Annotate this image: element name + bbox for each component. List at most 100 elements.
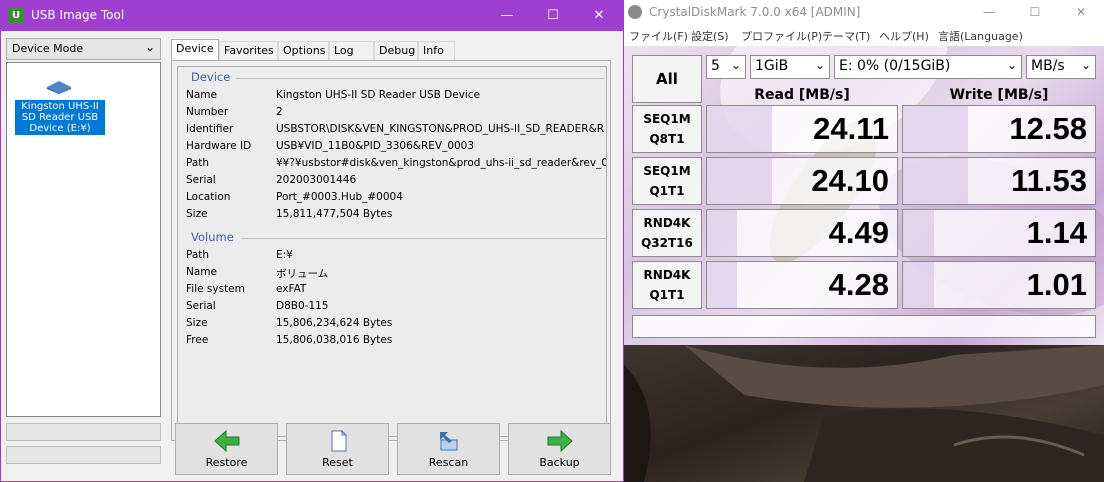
menu-language[interactable]: 言語(Language) — [938, 28, 1023, 44]
tab-info[interactable]: Info — [418, 41, 455, 60]
write-value: 1.01 — [1026, 267, 1087, 302]
size-select[interactable]: 1GiB ⌄ — [750, 55, 830, 79]
comment-field[interactable] — [632, 315, 1096, 338]
write-value: 1.14 — [1026, 215, 1087, 250]
app-icon: U — [8, 8, 24, 24]
rescan-button[interactable]: Rescan — [397, 423, 500, 475]
usb-drive-icon — [47, 81, 71, 94]
cdm-title-bar[interactable]: CrystalDiskMark 7.0.0 x64 [ADMIN] — ☐ ✕ — [624, 0, 1104, 25]
device-list[interactable]: Kingston UHS-II SD Reader USB Device (E:… — [6, 62, 161, 417]
prop-label: Location — [186, 191, 231, 203]
reset-label: Reset — [322, 456, 353, 469]
prop-value-volume-serial: D8B0-115 — [276, 300, 329, 312]
close-button[interactable]: ✕ — [576, 0, 622, 31]
prop-label: Name — [186, 266, 217, 278]
tab-favorites[interactable]: Favorites — [219, 41, 278, 60]
menu-profile[interactable]: プロファイル(P) — [741, 28, 822, 44]
write-result-cell: 1.14 — [902, 209, 1096, 257]
read-column-header: Read [MB/s] — [754, 87, 850, 103]
test-name: SEQ1M — [643, 112, 691, 126]
prop-label: Path — [186, 157, 210, 169]
device-list-item[interactable]: Kingston UHS-II SD Reader USB Device (E:… — [15, 100, 105, 135]
write-value: 11.53 — [1011, 163, 1087, 198]
prop-value-number: 2 — [276, 106, 283, 118]
read-value: 4.49 — [828, 215, 889, 250]
prop-label: Serial — [186, 300, 216, 312]
backup-button[interactable]: Backup — [508, 423, 611, 475]
menu-file[interactable]: ファイル(F) — [629, 28, 688, 44]
usb-title-bar[interactable]: U USB Image Tool — ☐ ✕ — [0, 0, 624, 31]
menu-settings[interactable]: 設定(S) — [691, 28, 729, 44]
minimize-button[interactable]: — — [484, 0, 530, 31]
prop-label: Number — [186, 106, 229, 118]
test-params: Q32T16 — [641, 236, 693, 250]
drive-select[interactable]: E: 0% (0/15GiB) ⌄ — [834, 55, 1022, 79]
prop-value-path: ¥¥?¥usbstor#disk&ven_kingston&prod_uhs-i… — [276, 157, 607, 169]
prop-label: Size — [186, 208, 208, 220]
prop-value-volume-free: 15,806,038,016 Bytes — [276, 334, 393, 346]
prop-value-size: 15,811,477,504 Bytes — [276, 208, 393, 220]
tab-log[interactable]: Log — [329, 41, 374, 60]
test-params: Q1T1 — [649, 288, 685, 302]
test-rnd4k-q1t1-button[interactable]: RND4K Q1T1 — [632, 261, 702, 309]
cdm-maximize-button[interactable]: ☐ — [1012, 0, 1058, 25]
prop-label: Free — [186, 334, 209, 346]
drive-select-value: E: 0% (0/15GiB) — [839, 58, 951, 74]
prop-value-volume-size: 15,806,234,624 Bytes — [276, 317, 393, 329]
test-name: RND4K — [643, 216, 691, 230]
cdm-window-title: CrystalDiskMark 7.0.0 x64 [ADMIN] — [649, 5, 861, 19]
crystaldiskmark-window: CrystalDiskMark 7.0.0 x64 [ADMIN] — ☐ ✕ … — [624, 0, 1104, 345]
test-seq1m-q1t1-button[interactable]: SEQ1M Q1T1 — [632, 157, 702, 205]
device-group-title: Device — [191, 70, 231, 84]
test-name: SEQ1M — [643, 164, 691, 178]
chevron-down-icon: ⌄ — [1080, 58, 1091, 72]
reset-button[interactable]: Reset — [286, 423, 389, 475]
background-photo — [624, 345, 1104, 482]
prop-value-location: Port_#0003.Hub_#0004 — [276, 191, 403, 203]
write-result-cell: 11.53 — [902, 157, 1096, 205]
restore-button[interactable]: Restore — [175, 423, 278, 475]
prop-value-file-system: exFAT — [276, 283, 307, 295]
window-title: USB Image Tool — [31, 8, 125, 22]
chevron-down-icon: ⌄ — [144, 40, 155, 54]
all-button[interactable]: All — [632, 55, 702, 103]
prop-value-serial: 202003001446 — [276, 174, 357, 186]
mode-select[interactable]: Device Mode ⌄ — [6, 38, 161, 60]
backup-label: Backup — [539, 456, 580, 469]
read-result-cell: 4.28 — [706, 261, 898, 309]
tab-debug[interactable]: Debug — [374, 41, 418, 60]
read-value: 4.28 — [828, 267, 889, 302]
prop-label: Identifier — [186, 123, 234, 135]
menu-help[interactable]: ヘルプ(H) — [879, 28, 929, 44]
tab-device[interactable]: Device — [171, 39, 219, 61]
test-seq1m-q8t1-button[interactable]: SEQ1M Q8T1 — [632, 105, 702, 153]
group-divider — [241, 238, 606, 239]
arrow-right-icon — [547, 430, 573, 452]
volume-group-title: Volume — [191, 230, 234, 244]
prop-label: File system — [186, 283, 245, 295]
menu-theme[interactable]: テーマ(T) — [822, 28, 870, 44]
write-value: 12.58 — [1009, 111, 1087, 146]
prop-label: Name — [186, 89, 217, 101]
prop-value-volume-path: E:¥ — [276, 249, 293, 261]
chevron-down-icon: ⌄ — [814, 58, 825, 72]
cdm-close-button[interactable]: ✕ — [1058, 0, 1104, 25]
count-select[interactable]: 5 ⌄ — [706, 55, 746, 79]
unit-select[interactable]: MB/s ⌄ — [1026, 55, 1096, 79]
tab-options[interactable]: Options — [278, 41, 329, 60]
test-rnd4k-q32t16-button[interactable]: RND4K Q32T16 — [632, 209, 702, 257]
usb-client-area: Device Mode ⌄ Kingston UHS-II SD Reader … — [1, 31, 623, 481]
usb-image-tool-window: U USB Image Tool — ☐ ✕ Device Mode ⌄ Kin… — [0, 0, 624, 482]
device-tab-panel: Device Name Kingston UHS-II SD Reader US… — [171, 60, 611, 441]
arrow-left-icon — [214, 430, 240, 452]
group-divider — [236, 78, 604, 79]
restore-label: Restore — [205, 456, 248, 469]
maximize-button[interactable]: ☐ — [530, 0, 576, 31]
prop-label: Serial — [186, 174, 216, 186]
cdm-body: All 5 ⌄ 1GiB ⌄ E: 0% (0/15GiB) ⌄ MB/s ⌄ … — [624, 46, 1104, 345]
status-box-2 — [6, 446, 161, 464]
cdm-minimize-button[interactable]: — — [966, 0, 1012, 25]
write-result-cell: 12.58 — [902, 105, 1096, 153]
size-select-value: 1GiB — [755, 58, 789, 74]
cdm-menu-bar: ファイル(F) 設定(S) プロファイル(P) テーマ(T) ヘルプ(H) 言語… — [624, 25, 1104, 45]
